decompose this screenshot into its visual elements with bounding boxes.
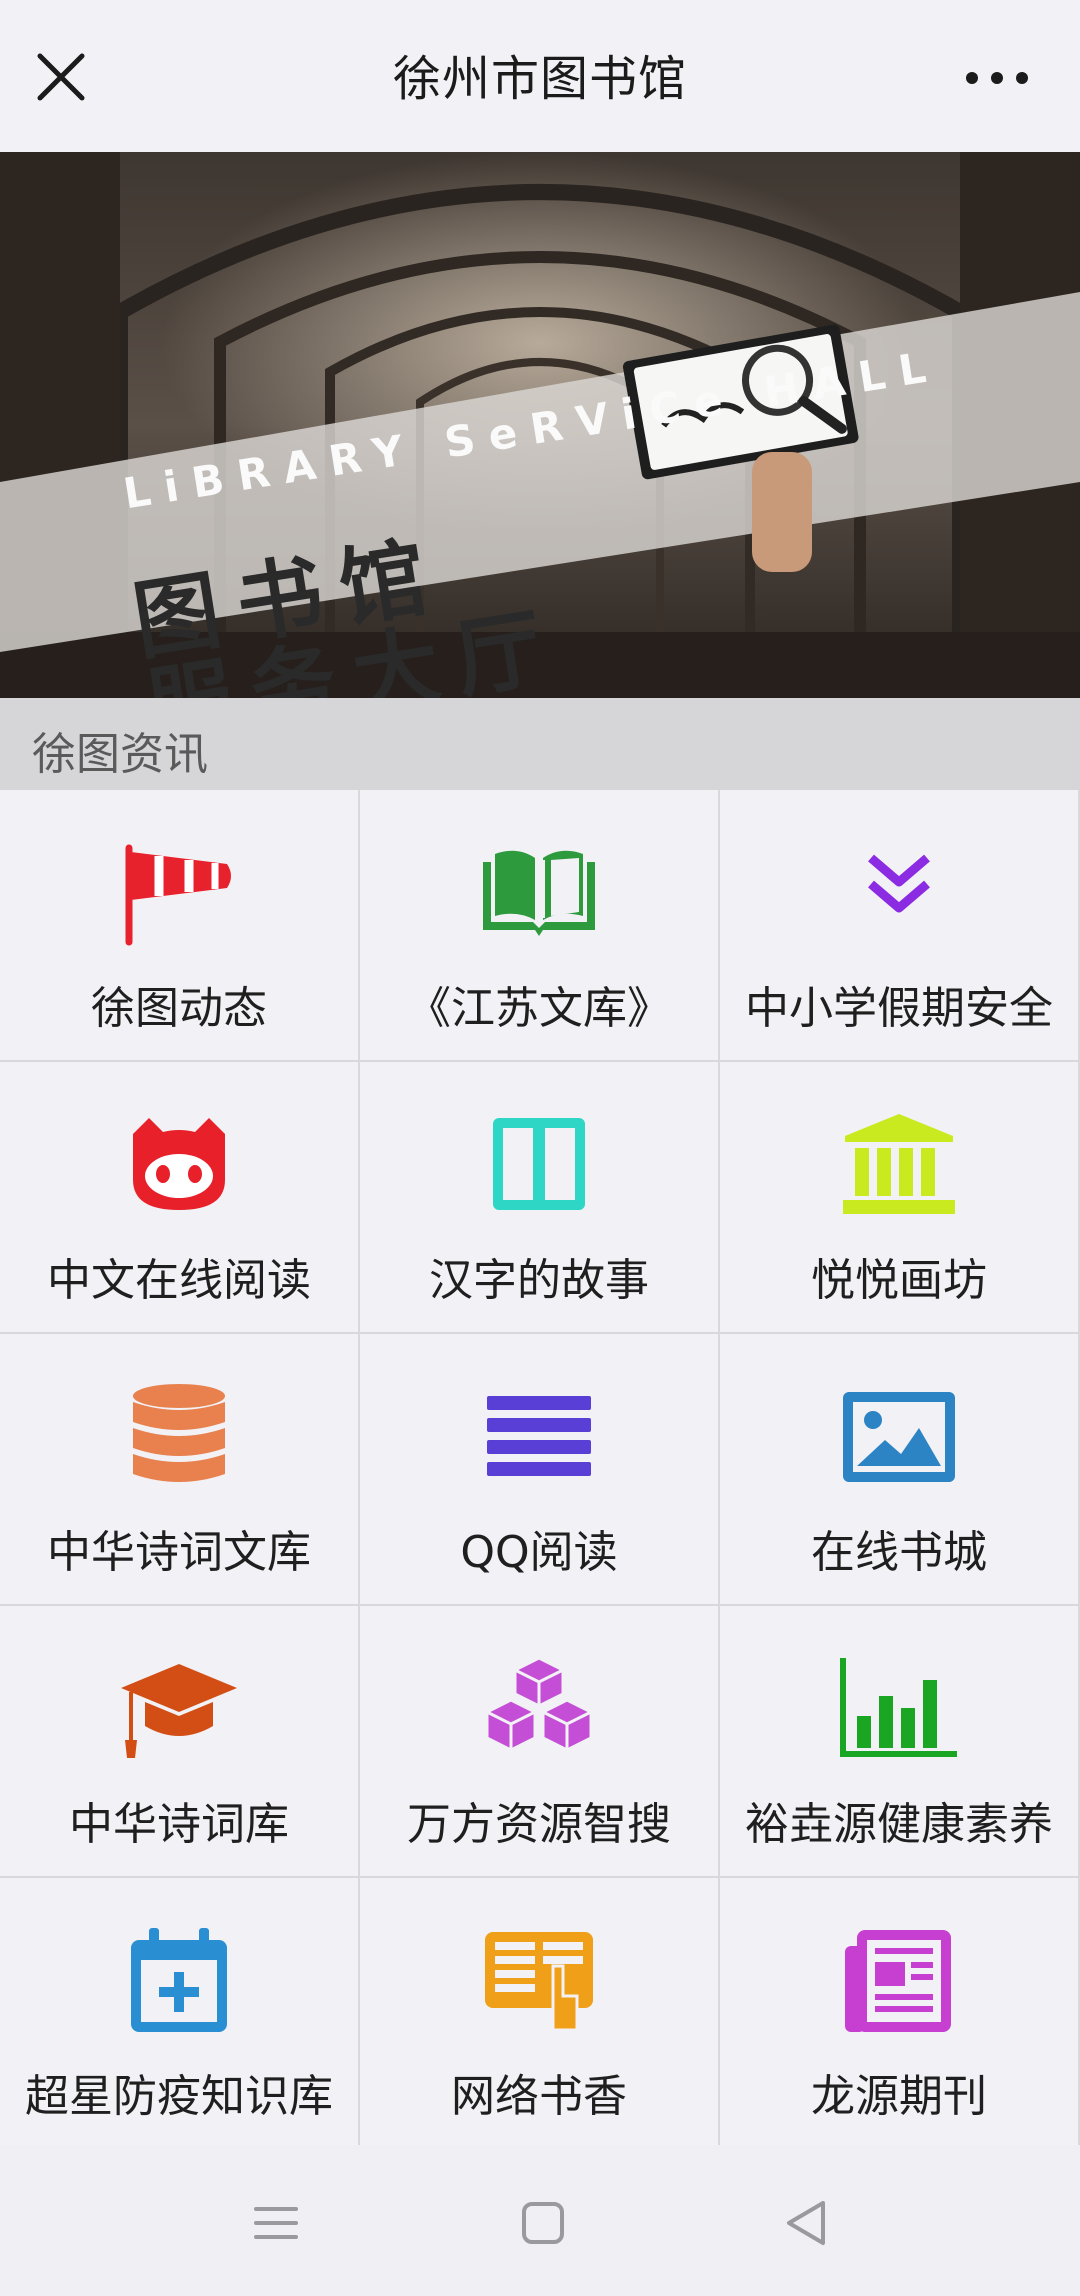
back-triangle-icon[interactable] (777, 2193, 837, 2253)
grid-item-label: QQ阅读 (460, 1527, 618, 1578)
double-chevron-down-icon (839, 838, 959, 948)
grid-item-label: 超星防疫知识库 (25, 2071, 333, 2122)
cubes-icon (479, 1654, 599, 1764)
newspaper-icon (839, 1926, 959, 2036)
calendar-plus-icon (119, 1926, 239, 2036)
grid-item-longyuan-journals[interactable]: 龙源期刊 (720, 1878, 1080, 2145)
grid-item-story-of-hanzi[interactable]: 汉字的故事 (360, 1062, 720, 1334)
grid-item-label: 中华诗词库 (69, 1799, 289, 1850)
graduation-cap-icon (119, 1654, 239, 1764)
section-title: 徐图资讯 (32, 729, 208, 780)
grid-item-label: 《江苏文库》 (407, 983, 671, 1034)
image-icon (839, 1382, 959, 1492)
grid-item-jiangsu-library[interactable]: 《江苏文库》 (360, 790, 720, 1062)
top-bar: 徐州市图书馆 (0, 0, 1080, 152)
open-book-icon (479, 838, 599, 948)
grid-item-chinese-online-reading[interactable]: 中文在线阅读 (0, 1062, 360, 1334)
home-square-icon[interactable] (513, 2193, 573, 2253)
grid-item-wanfang-search[interactable]: 万方资源智搜 (360, 1606, 720, 1878)
windsock-icon (119, 838, 239, 948)
grid-item-yueyue-gallery[interactable]: 悦悦画坊 (720, 1062, 1080, 1334)
database-icon (119, 1382, 239, 1492)
grid-item-xutu-news[interactable]: 徐图动态 (0, 790, 360, 1062)
columns-icon (479, 1110, 599, 1220)
grid-item-label: 中华诗词文库 (47, 1527, 311, 1578)
newspaper-hand-icon (479, 1926, 599, 2036)
bank-icon (839, 1110, 959, 1220)
grid-item-school-holiday-safety[interactable]: 中小学假期安全 (720, 790, 1080, 1062)
service-grid: 徐图动态 《江苏文库》 中小学假期安全 中文在线阅读 汉字的故事 悦悦画坊 中华… (0, 790, 1080, 2145)
grid-item-online-book-fragrance[interactable]: 网络书香 (360, 1878, 720, 2145)
menu-icon[interactable] (246, 2193, 306, 2253)
grid-item-epidemic-knowledge[interactable]: 超星防疫知识库 (0, 1878, 360, 2145)
grid-item-label: 汉字的故事 (429, 1255, 649, 1306)
grid-item-label: 网络书香 (451, 2071, 627, 2122)
grid-item-online-bookstore[interactable]: 在线书城 (720, 1334, 1080, 1606)
grid-item-label: 徐图动态 (91, 983, 267, 1034)
bar-chart-icon (839, 1654, 959, 1764)
more-icon[interactable] (958, 42, 1036, 112)
grid-item-label: 中文在线阅读 (47, 1255, 311, 1306)
page-title: 徐州市图书馆 (392, 51, 687, 107)
grid-item-label: 龙源期刊 (811, 2071, 987, 2122)
grid-item-chinese-poetry-library[interactable]: 中华诗词文库 (0, 1334, 360, 1606)
system-navigation-bar (0, 2145, 1080, 2296)
grid-item-label: 中小学假期安全 (745, 983, 1053, 1034)
grid-item-label: 裕垚源健康素养 (745, 1799, 1053, 1850)
list-icon (479, 1382, 599, 1492)
grid-item-health-literacy[interactable]: 裕垚源健康素养 (720, 1606, 1080, 1878)
grid-item-label: 万方资源智搜 (407, 1799, 671, 1850)
banner-carousel[interactable]: LiBRARY SeRViCe HALL 图书馆 服务大厅 (0, 152, 1080, 698)
grid-item-label: 在线书城 (811, 1527, 987, 1578)
grid-item-label: 悦悦画坊 (811, 1255, 987, 1306)
section-header: 徐图资讯 (0, 698, 1080, 790)
grid-item-poetry-library[interactable]: 中华诗词库 (0, 1606, 360, 1878)
cat-icon (119, 1110, 239, 1220)
grid-item-qq-reading[interactable]: QQ阅读 (360, 1334, 720, 1606)
